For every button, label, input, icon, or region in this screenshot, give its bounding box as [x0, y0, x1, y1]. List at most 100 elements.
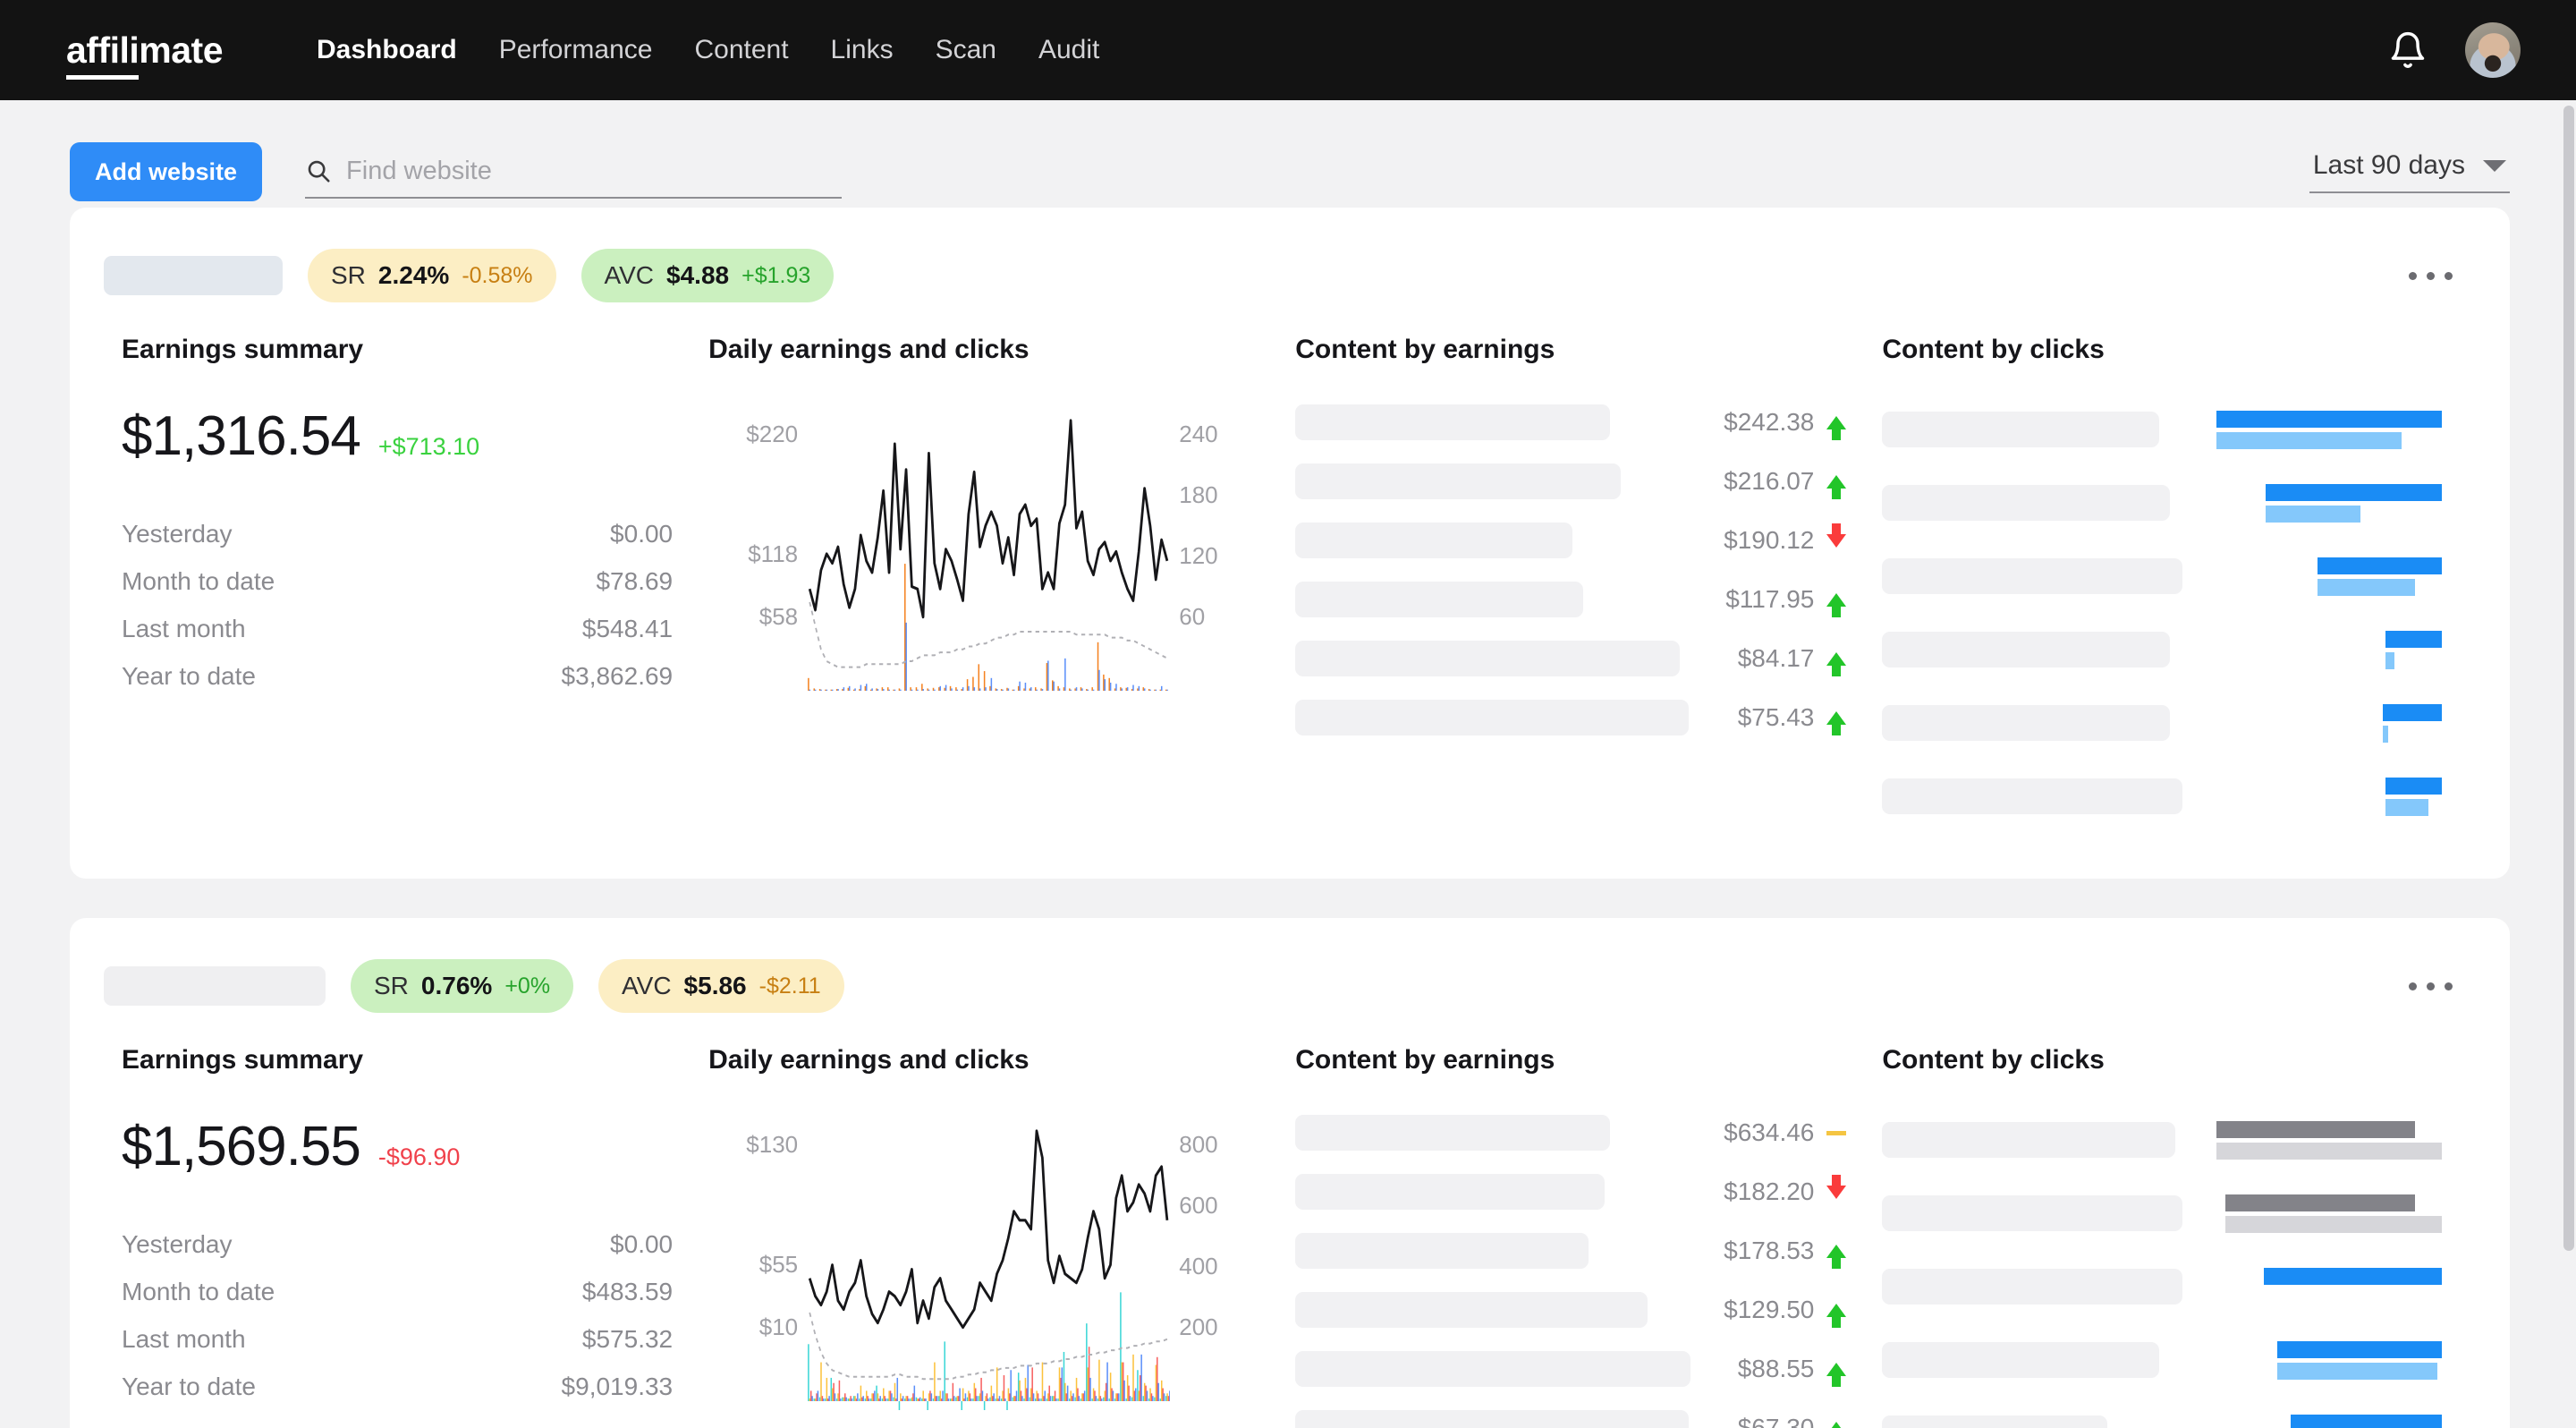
content-title-skeleton [1882, 705, 2171, 741]
earnings-row: Yesterday $0.00 [122, 520, 673, 548]
metric-badge-avc[interactable]: AVC $4.88 +$1.93 [580, 249, 835, 302]
nav-link-scan[interactable]: Scan [936, 35, 996, 65]
content-earnings-value-group: $182.20 [1724, 1174, 1847, 1206]
earnings-row-label: Month to date [122, 1278, 275, 1305]
content-by-clicks-panel: Content by clicks [1864, 1045, 2460, 1428]
badge-delta: -0.58% [462, 262, 533, 288]
content-clicks-row[interactable] [1882, 404, 2442, 455]
content-earnings-row[interactable]: $178.53 [1295, 1233, 1847, 1269]
website-title-skeleton [104, 256, 283, 295]
chart-plot-area [807, 404, 1170, 700]
badge-key: SR [331, 261, 366, 289]
content-earnings-value-group: $67.30 [1738, 1414, 1847, 1428]
content-clicks-row[interactable] [1882, 1262, 2442, 1312]
content-clicks-row[interactable] [1882, 1335, 2442, 1385]
nav-link-dashboard[interactable]: Dashboard [317, 35, 457, 65]
earnings-breakdown-list: Yesterday $0.00 Month to date $483.59 Last m… [122, 1230, 673, 1401]
card-header: SR 0.76% +0% AVC $5.86 -$2.11 [70, 918, 2510, 1013]
user-avatar[interactable] [2465, 22, 2521, 78]
card-overflow-menu-button[interactable] [2405, 263, 2456, 289]
metric-badge-sr[interactable]: SR 2.24% -0.58% [308, 249, 556, 302]
scrollbar-thumb[interactable] [2563, 106, 2574, 1251]
website-title-skeleton [104, 966, 326, 1006]
website-search[interactable] [305, 145, 843, 199]
content-clicks-row[interactable] [1882, 698, 2442, 748]
content-earnings-row[interactable]: $84.17 [1295, 641, 1847, 676]
content-earnings-value: $216.07 [1724, 467, 1815, 495]
content-earnings-row[interactable]: $67.30 [1295, 1410, 1847, 1428]
logo-rest-part: mate [139, 29, 224, 71]
chart-right-tick: 800 [1179, 1131, 1218, 1158]
content-earnings-row[interactable]: $117.95 [1295, 582, 1847, 617]
metric-badge-avc[interactable]: AVC $5.86 -$2.11 [598, 959, 844, 1013]
content-title-skeleton [1882, 1342, 2160, 1378]
metric-badge-sr[interactable]: SR 0.76% +0% [351, 959, 574, 1013]
search-input[interactable] [346, 156, 843, 186]
click-bar-group [2216, 410, 2442, 449]
nav-link-links[interactable]: Links [831, 35, 894, 65]
total-earnings-amount: $1,316.54 [122, 405, 361, 467]
app-logo[interactable]: affilimate [66, 29, 224, 80]
earnings-row: Year to date $3,862.69 [122, 662, 673, 691]
content-clicks-row[interactable] [1882, 1188, 2442, 1238]
content-earnings-row[interactable]: $216.07 [1295, 463, 1847, 499]
website-card: SR 0.76% +0% AVC $5.86 -$2.11 Earnings summary… [70, 918, 2510, 1428]
content-earnings-value: $190.12 [1724, 526, 1815, 554]
content-title-skeleton [1882, 558, 2183, 594]
earnings-row-value: $9,019.33 [561, 1373, 674, 1400]
click-bar-current [2277, 1340, 2442, 1358]
card-overflow-menu-button[interactable] [2405, 973, 2456, 999]
content-title-skeleton [1295, 641, 1681, 676]
content-earnings-row[interactable]: $190.12 [1295, 523, 1847, 558]
click-bar-previous [2385, 651, 2395, 669]
content-earnings-row[interactable]: $75.43 [1295, 700, 1847, 735]
content-earnings-value: $242.38 [1724, 408, 1815, 436]
click-bar-previous [2216, 1142, 2442, 1160]
content-earnings-row[interactable]: $242.38 [1295, 404, 1847, 440]
chart-right-tick: 180 [1179, 481, 1218, 508]
chart-right-tick: 600 [1179, 1192, 1218, 1219]
content-earnings-value: $178.53 [1724, 1237, 1815, 1264]
chart-right-tick: 200 [1179, 1313, 1218, 1340]
content-earnings-row[interactable]: $88.55 [1295, 1351, 1847, 1387]
total-earnings: $1,316.54 +$713.10 [122, 404, 673, 468]
content-earnings-row[interactable]: $129.50 [1295, 1292, 1847, 1328]
earnings-row-label: Last month [122, 615, 246, 642]
click-bar-current [2263, 1267, 2442, 1285]
content-earnings-value: $634.46 [1724, 1118, 1815, 1146]
add-website-button[interactable]: Add website [70, 142, 263, 201]
content-clicks-row[interactable] [1882, 551, 2442, 601]
content-clicks-row[interactable] [1882, 478, 2442, 528]
content-earnings-value: $67.30 [1737, 1414, 1815, 1428]
content-earnings-row[interactable]: $182.20 [1295, 1174, 1847, 1210]
content-earnings-value-group: $178.53 [1724, 1237, 1847, 1269]
nav-link-performance[interactable]: Performance [499, 35, 653, 65]
click-bar-current [2385, 630, 2442, 648]
earnings-row: Last month $575.32 [122, 1325, 673, 1354]
click-bar-current [2225, 1194, 2415, 1211]
content-earnings-value-group: $84.17 [1738, 644, 1847, 676]
daily-chart-panel: Daily earnings and clicks $130 $55 $10 800 60… [691, 1045, 1277, 1428]
notifications-bell-icon[interactable] [2388, 30, 2428, 70]
card-header: SR 2.24% -0.58% AVC $4.88 +$1.93 [70, 208, 2510, 302]
earnings-row-label: Year to date [122, 1373, 256, 1400]
content-clicks-row[interactable] [1882, 1408, 2442, 1428]
content-earnings-value-group: $242.38 [1724, 408, 1847, 440]
badge-delta: +$1.93 [741, 262, 811, 288]
date-range-selector[interactable]: Last 90 days [2309, 150, 2510, 193]
click-bar-group [2291, 1414, 2442, 1428]
content-title-skeleton [1295, 1410, 1690, 1428]
content-clicks-row[interactable] [1882, 771, 2442, 821]
content-clicks-row[interactable] [1882, 625, 2442, 675]
click-bar-current [2383, 703, 2442, 721]
content-earnings-value-group: $190.12 [1724, 523, 1847, 555]
chart-left-tick: $118 [748, 540, 799, 567]
content-earnings-row[interactable]: $634.46 [1295, 1115, 1847, 1151]
content-clicks-row[interactable] [1882, 1115, 2442, 1165]
page-scrollbar[interactable] [2562, 100, 2576, 1428]
nav-link-audit[interactable]: Audit [1038, 35, 1099, 65]
total-earnings-delta: -$96.90 [377, 1143, 461, 1170]
trend-up-icon [1826, 1244, 1847, 1269]
content-earnings-value: $117.95 [1725, 585, 1815, 613]
nav-link-content[interactable]: Content [694, 35, 788, 65]
